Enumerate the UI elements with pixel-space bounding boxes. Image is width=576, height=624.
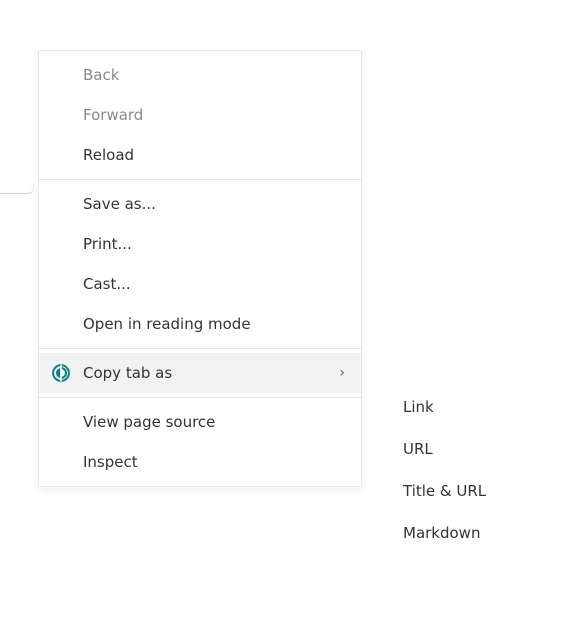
menu-item-label: Print... — [83, 235, 345, 253]
copy-tab-as-submenu: Link URL Title & URL Markdown — [385, 382, 545, 558]
submenu-item-title-and-url[interactable]: Title & URL — [385, 470, 545, 512]
submenu-item-label: URL — [403, 440, 433, 458]
menu-separator — [39, 397, 361, 398]
menu-item-view-page-source[interactable]: View page source — [39, 402, 361, 442]
menu-item-back[interactable]: Back — [39, 55, 361, 95]
menu-item-label: Save as... — [83, 195, 345, 213]
submenu-item-url[interactable]: URL — [385, 428, 545, 470]
menu-item-inspect[interactable]: Inspect — [39, 442, 361, 482]
menu-item-label: View page source — [83, 413, 345, 431]
submenu-item-label: Markdown — [403, 524, 480, 542]
chevron-right-icon: › — [339, 366, 345, 380]
submenu-item-link[interactable]: Link — [385, 386, 545, 428]
menu-item-print[interactable]: Print... — [39, 224, 361, 264]
menu-item-copy-tab-as[interactable]: Copy tab as › — [39, 353, 361, 393]
background-tab-edge — [0, 184, 34, 194]
menu-item-forward[interactable]: Forward — [39, 95, 361, 135]
submenu-item-label: Link — [403, 398, 434, 416]
submenu-item-markdown[interactable]: Markdown — [385, 512, 545, 554]
extension-circle-icon — [51, 363, 71, 383]
menu-item-cast[interactable]: Cast... — [39, 264, 361, 304]
page-context-menu: Back Forward Reload Save as... Print... … — [38, 50, 362, 487]
menu-item-label: Cast... — [83, 275, 345, 293]
menu-item-label: Back — [83, 66, 345, 84]
menu-item-reload[interactable]: Reload — [39, 135, 361, 175]
menu-item-open-reading-mode[interactable]: Open in reading mode — [39, 304, 361, 344]
menu-item-label: Reload — [83, 146, 345, 164]
menu-separator — [39, 348, 361, 349]
menu-item-label: Forward — [83, 106, 345, 124]
submenu-item-label: Title & URL — [403, 482, 486, 500]
menu-item-label: Inspect — [83, 453, 345, 471]
menu-separator — [39, 179, 361, 180]
menu-item-label: Copy tab as — [83, 364, 339, 382]
menu-item-label: Open in reading mode — [83, 315, 345, 333]
menu-item-save-as[interactable]: Save as... — [39, 184, 361, 224]
